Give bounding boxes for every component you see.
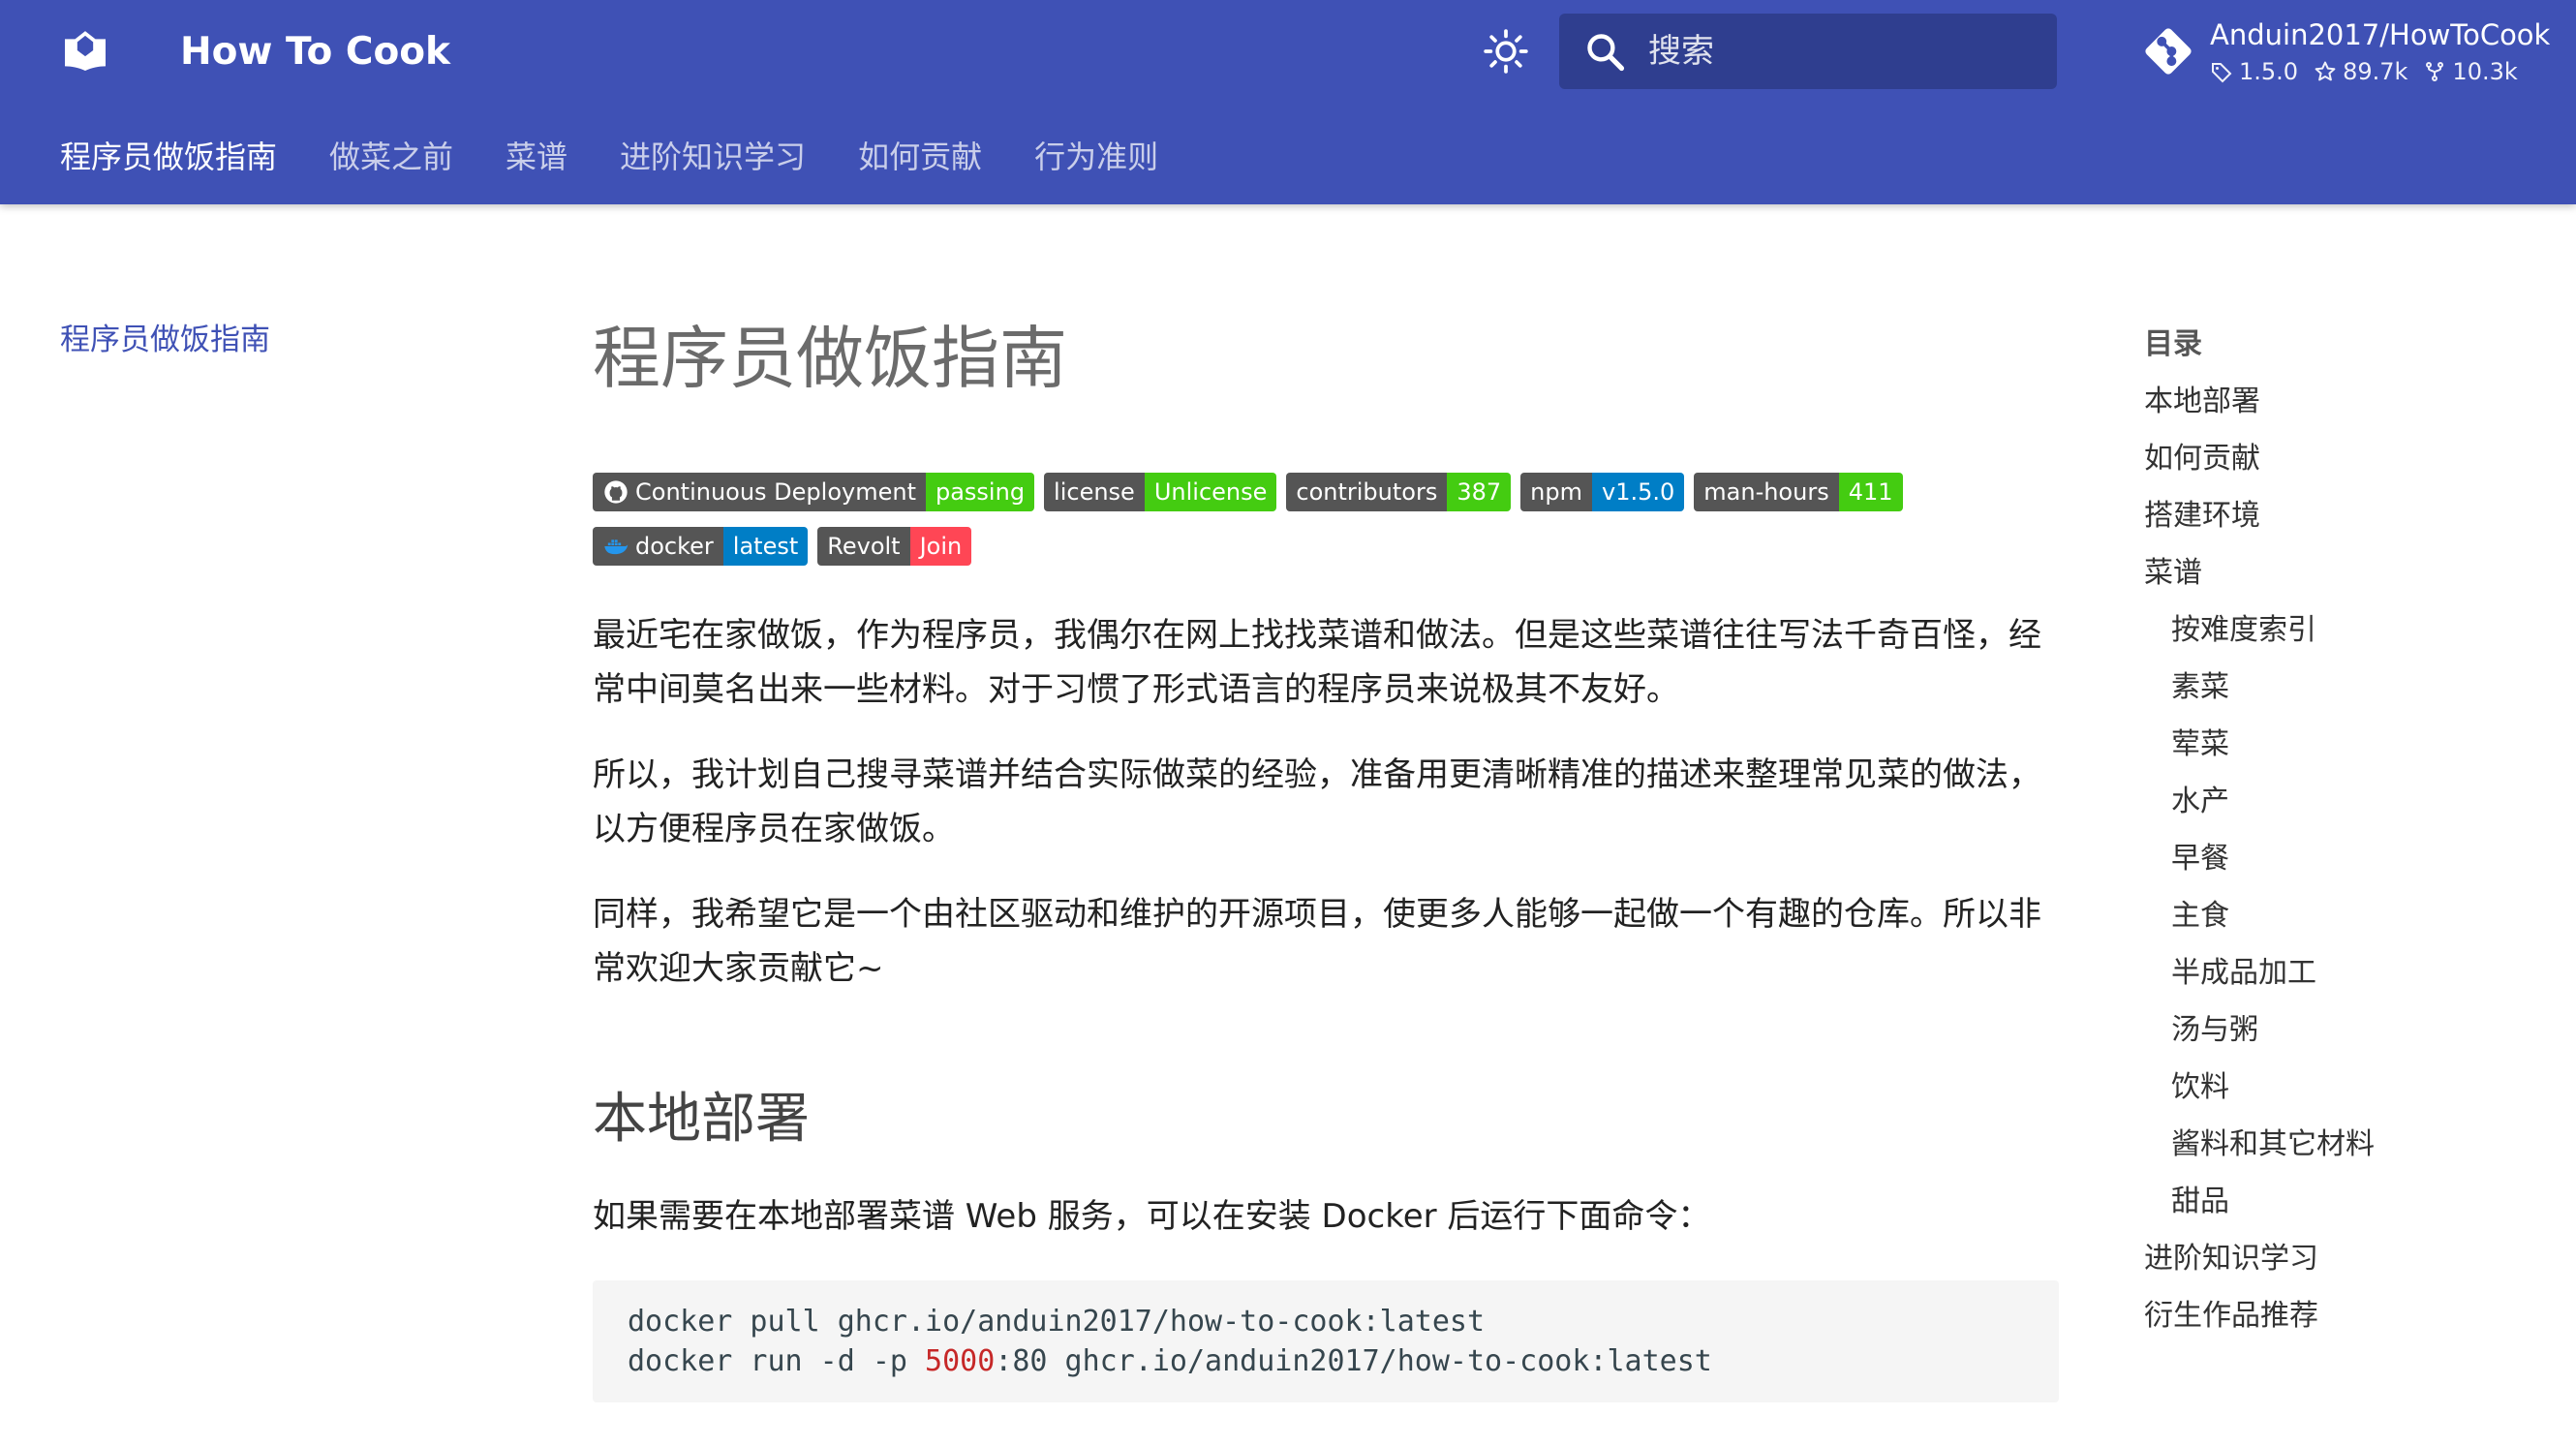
badge-docker[interactable]: docker latest: [593, 527, 809, 566]
tag-icon: [2212, 63, 2232, 83]
tab-how-to-contribute[interactable]: 如何贡献: [858, 132, 982, 182]
section-title-local-deploy: 本地部署: [593, 1088, 810, 1151]
left-nav-item-programmer-cooking-guide[interactable]: 程序员做饭指南: [60, 320, 270, 360]
intro-paragraph-2: 所以，我计划自己搜寻菜谱并结合实际做菜的经验，准备用更清晰精准的描述来整理常见菜…: [593, 755, 2041, 848]
code-line-2: docker run -d -p 5000:80 ghcr.io/anduin2…: [628, 1341, 2024, 1381]
tab-programmer-cooking-guide[interactable]: 程序员做饭指南: [60, 132, 277, 182]
repo-version-text: 1.5.0: [2239, 58, 2299, 85]
badge-continuous-deployment[interactable]: Continuous Deployment passing: [593, 473, 1035, 511]
toc-item-breakfast[interactable]: 早餐: [2144, 830, 2551, 887]
code-line-2-prefix: docker run -d -p: [628, 1344, 926, 1378]
book-logo-icon[interactable]: [58, 23, 112, 77]
code-line-1: docker pull ghcr.io/anduin2017/how-to-co…: [628, 1305, 1486, 1339]
badge-label: docker: [593, 527, 723, 566]
github-icon: [604, 480, 628, 504]
badge-label: license: [1044, 473, 1145, 511]
page-title: 程序员做饭指南: [593, 319, 1067, 398]
tab-before-cooking[interactable]: 做菜之前: [329, 132, 453, 182]
repo-name: Anduin2017/HowToCook: [2210, 18, 2551, 51]
git-icon: [2145, 28, 2192, 75]
badge-label: man-hours: [1694, 473, 1839, 511]
brightness-icon[interactable]: [1482, 27, 1530, 76]
main-content: 程序员做饭指南 Continuous Deployment passing li…: [593, 300, 2059, 1402]
repo-forks: 10.3k: [2423, 56, 2518, 87]
badge-value: passing: [925, 473, 1035, 511]
badge-label-text: docker: [635, 533, 714, 560]
toc-item-soup-porridge[interactable]: 汤与粥: [2144, 1001, 2551, 1059]
site-title[interactable]: How To Cook: [180, 25, 450, 79]
repo-version: 1.5.0: [2210, 56, 2298, 87]
toc-item-vegetarian[interactable]: 素菜: [2144, 659, 2551, 716]
toc-item-desserts[interactable]: 甜品: [2144, 1173, 2551, 1230]
repo-link[interactable]: Anduin2017/HowToCook 1.5.0 89.7k 10.3k: [2142, 17, 2551, 89]
toc-title: 目录: [2144, 327, 2202, 361]
badge-man-hours[interactable]: man-hours 411: [1694, 473, 1903, 511]
toc-item-local-deploy[interactable]: 本地部署: [2144, 373, 2551, 430]
repo-forks-text: 10.3k: [2452, 58, 2518, 85]
docker-icon: [604, 539, 629, 555]
intro-paragraph-1: 最近宅在家做饭，作为程序员，我偶尔在网上找找菜谱和做法。但是这些菜谱往往写法千奇…: [593, 616, 2041, 709]
toc-item-seafood[interactable]: 水产: [2144, 773, 2551, 830]
table-of-contents: 目录 本地部署 如何贡献 搭建环境 菜谱 按难度索引 素菜 荤菜 水产 早餐 主…: [2144, 316, 2551, 1344]
badge-license[interactable]: license Unlicense: [1044, 473, 1277, 511]
search-icon: [1587, 34, 1625, 72]
repo-stats: 1.5.0 89.7k 10.3k: [2210, 56, 2518, 87]
toc-item-setup-environment[interactable]: 搭建环境: [2144, 487, 2551, 544]
site-header: How To Cook Anduin2017/HowToCook: [0, 0, 2576, 204]
repo-stars-text: 89.7k: [2343, 58, 2408, 85]
top-tabs: 程序员做饭指南 做菜之前 菜谱 进阶知识学习 如何贡献 行为准则: [60, 132, 1158, 182]
intro-paragraph-3: 同样，我希望它是一个由社区驱动和维护的开源项目，使更多人能够一起做一个有趣的仓库…: [593, 895, 2041, 988]
search-box[interactable]: [1559, 14, 2057, 89]
badge-label-text: Continuous Deployment: [635, 478, 916, 506]
search-input[interactable]: [1648, 14, 2036, 89]
badge-label: Revolt: [817, 527, 910, 566]
badge-npm[interactable]: npm v1.5.0: [1520, 473, 1685, 511]
badge-contributors[interactable]: contributors 387: [1286, 473, 1512, 511]
toc-item-advanced-knowledge[interactable]: 进阶知识学习: [2144, 1230, 2551, 1287]
repo-stars: 89.7k: [2314, 56, 2407, 87]
tab-recipes[interactable]: 菜谱: [506, 132, 567, 182]
badge-value: v1.5.0: [1591, 473, 1685, 511]
badge-value: 411: [1838, 473, 1903, 511]
toc-item-staple[interactable]: 主食: [2144, 887, 2551, 944]
toc-item-semi-finished[interactable]: 半成品加工: [2144, 944, 2551, 1001]
toc-item-difficulty-index[interactable]: 按难度索引: [2144, 601, 2551, 659]
tab-code-of-conduct[interactable]: 行为准则: [1034, 132, 1158, 182]
badge-value: Unlicense: [1144, 473, 1277, 511]
badge-label: contributors: [1286, 473, 1448, 511]
toc-item-how-to-contribute[interactable]: 如何贡献: [2144, 430, 2551, 487]
badge-revolt[interactable]: Revolt Join: [817, 527, 972, 566]
toc-item-meat[interactable]: 荤菜: [2144, 716, 2551, 773]
badge-value: latest: [722, 527, 809, 566]
code-block[interactable]: docker pull ghcr.io/anduin2017/how-to-co…: [593, 1280, 2059, 1402]
code-line-2-suffix: :80 ghcr.io/anduin2017/how-to-cook:lates…: [995, 1344, 1712, 1378]
badge-value: Join: [909, 527, 972, 566]
fork-icon: [2426, 62, 2444, 81]
toc-item-sauces[interactable]: 酱料和其它材料: [2144, 1116, 2551, 1173]
badge-label: Continuous Deployment: [593, 473, 926, 511]
tab-advanced-knowledge[interactable]: 进阶知识学习: [620, 132, 806, 182]
badge-value: 387: [1447, 473, 1512, 511]
toc-item-recipes[interactable]: 菜谱: [2144, 544, 2551, 601]
code-port-number: 5000: [925, 1344, 996, 1378]
toc-item-drinks[interactable]: 饮料: [2144, 1059, 2551, 1116]
star-icon: [2315, 61, 2336, 81]
toc-item-derivative-works[interactable]: 衍生作品推荐: [2144, 1287, 2551, 1344]
badges: Continuous Deployment passing license Un…: [593, 473, 2059, 566]
badge-label: npm: [1520, 473, 1592, 511]
section-text: 如果需要在本地部署菜谱 Web 服务，可以在安装 Docker 后运行下面命令：: [593, 1197, 1711, 1236]
